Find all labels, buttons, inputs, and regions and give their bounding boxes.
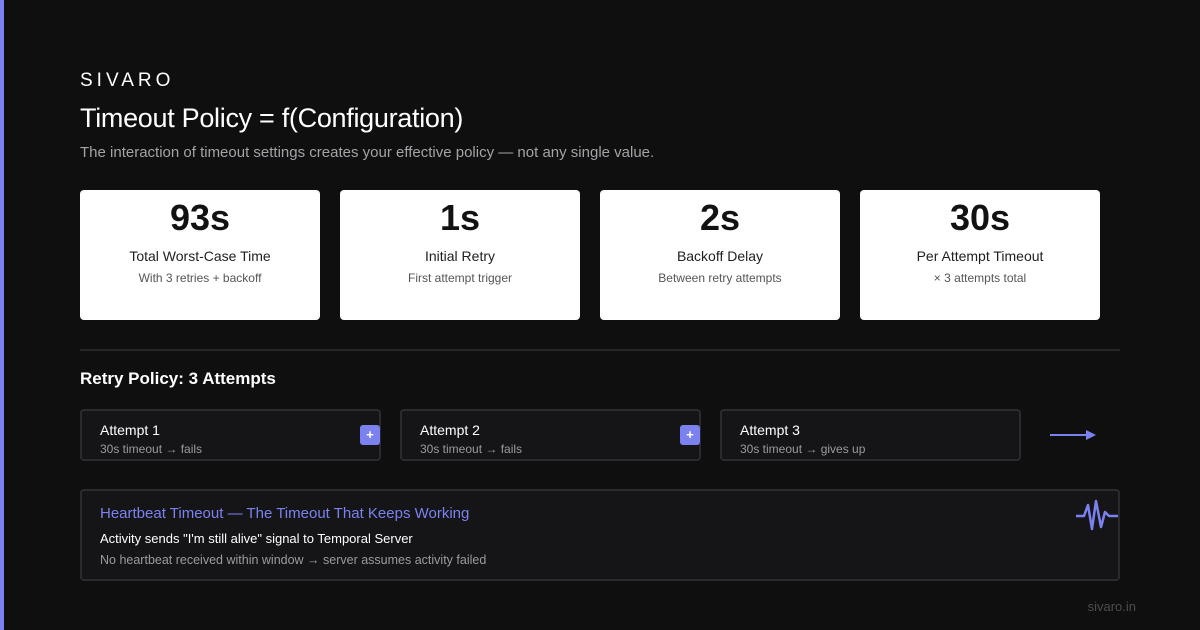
stat-card-per-attempt-timeout: 30s Per Attempt Timeout × 3 attempts tot… xyxy=(860,190,1100,320)
brand-logo: SIVARO xyxy=(80,70,175,91)
attempt-detail: 30s timeout → fails xyxy=(420,442,523,456)
plus-connector: + xyxy=(360,425,380,445)
attempt-card-2: Attempt 2 30s timeout → fails xyxy=(400,409,701,461)
stat-card-total-time: 93s Total Worst-Case Time With 3 retries… xyxy=(80,190,320,320)
attempts-row: Attempt 1 30s timeout → fails + Attempt … xyxy=(80,409,1120,461)
stat-note: First attempt trigger xyxy=(407,271,513,285)
attempt-title: Attempt 3 xyxy=(740,422,800,438)
attempt-detail: 30s timeout → fails xyxy=(100,442,203,456)
stat-value: 2s xyxy=(699,197,741,238)
heartbeat-note: No heartbeat received within window → se… xyxy=(100,553,487,567)
stat-value: 30s xyxy=(949,197,1011,238)
stat-card-initial-retry: 1s Initial Retry First attempt trigger xyxy=(340,190,580,320)
attempt-card-3: Attempt 3 30s timeout → gives up xyxy=(720,409,1021,461)
heartbeat-pulse-icon xyxy=(1076,499,1118,531)
plus-connector: + xyxy=(680,425,700,445)
arrow-right-icon xyxy=(1050,430,1096,440)
attempt-card-1: Attempt 1 30s timeout → fails xyxy=(80,409,381,461)
stat-label: Per Attempt Timeout xyxy=(916,248,1044,264)
heartbeat-title: Heartbeat Timeout — The Timeout That Kee… xyxy=(100,505,470,522)
stat-label: Initial Retry xyxy=(424,248,496,264)
retry-policy-heading: Retry Policy: 3 Attempts xyxy=(80,369,276,388)
attempt-detail: 30s timeout → gives up xyxy=(740,442,866,456)
stat-value: 1s xyxy=(439,197,481,238)
section-divider xyxy=(80,349,1120,351)
stat-value: 93s xyxy=(169,197,231,238)
attempt-title: Attempt 2 xyxy=(420,422,480,438)
page-title: Timeout Policy = f(Configuration) xyxy=(80,103,464,133)
stat-label: Total Worst-Case Time xyxy=(129,248,271,264)
accent-bar xyxy=(0,0,4,630)
attempt-title: Attempt 1 xyxy=(100,422,160,438)
stat-note: × 3 attempts total xyxy=(933,271,1027,285)
stat-note: With 3 retries + backoff xyxy=(138,271,262,285)
page-subtitle: The interaction of timeout settings crea… xyxy=(80,144,655,161)
heartbeat-panel: Heartbeat Timeout — The Timeout That Kee… xyxy=(80,489,1120,581)
stat-label: Backoff Delay xyxy=(676,248,764,264)
stat-card-backoff-delay: 2s Backoff Delay Between retry attempts xyxy=(600,190,840,320)
footer-url: sivaro.in xyxy=(1087,599,1136,614)
heartbeat-description: Activity sends "I'm still alive" signal … xyxy=(100,531,413,546)
stats-row: 93s Total Worst-Case Time With 3 retries… xyxy=(80,190,1100,320)
stat-note: Between retry attempts xyxy=(658,271,782,285)
